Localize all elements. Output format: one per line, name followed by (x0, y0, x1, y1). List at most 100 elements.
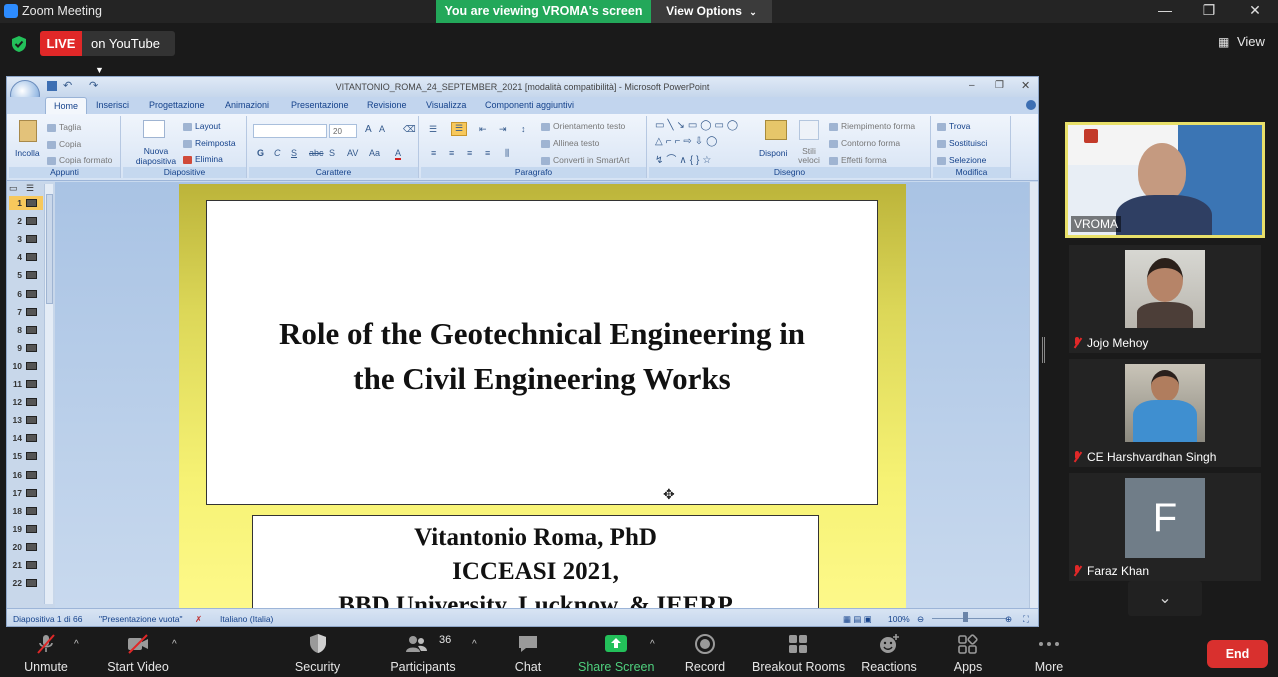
ribbon-group-paragrafo: ☰ ☰ ⇤ ⇥ ↕ Orientamento testo Allinea tes… (421, 116, 647, 178)
slide-thumbnail: 20 (9, 540, 43, 554)
chevron-down-icon: ⌄ (749, 7, 757, 17)
language-label: Italiano (Italia) (220, 614, 274, 624)
ribbon-group-label: Diapositive (123, 167, 246, 178)
reactions-button[interactable]: Reactions (860, 627, 918, 677)
participant-tile-jojo[interactable]: Jojo Mehoy (1069, 245, 1261, 353)
copy-item: Copia (47, 139, 81, 149)
shared-screen-powerpoint: VITANTONIO_ROMA_24_SEPTEMBER_2021 [modal… (6, 76, 1039, 627)
view-layout-button[interactable]: ▦ View (1218, 34, 1265, 49)
ppt-restore-icon: ❐ (995, 80, 1004, 91)
ppt-ribbon: Incolla Taglia Copia Copia formato Appun… (7, 114, 1038, 181)
mic-muted-icon (1072, 337, 1082, 349)
shape-fill-label: Riempimento forma (841, 121, 916, 131)
record-icon (695, 634, 715, 654)
participant-tile-harshvardhan[interactable]: CE Harshvardhan Singh (1069, 359, 1261, 467)
participants-icon (406, 636, 427, 652)
restore-icon[interactable]: ❐ (1199, 2, 1219, 19)
slide-thumbnail: 6 (9, 287, 43, 301)
record-button[interactable]: Record (682, 627, 728, 677)
bold-icon: G (257, 148, 265, 158)
video-options-caret-icon[interactable]: ^ (172, 639, 177, 650)
share-options-caret-icon[interactable]: ^ (650, 639, 655, 650)
align-center-icon: ≡ (449, 148, 455, 158)
panel-resize-handle[interactable] (1042, 337, 1045, 363)
participants-button[interactable]: 36 Participants (388, 627, 458, 677)
live-badge[interactable]: LIVE (40, 31, 82, 56)
shapes-gallery-row3-icon: ↯⌒∧{}☆ (655, 155, 715, 166)
breakout-rooms-icon (789, 635, 807, 653)
chat-button[interactable]: Chat (508, 627, 548, 677)
participant-tile-faraz[interactable]: F Faraz Khan (1069, 473, 1261, 581)
view-modes-icon: ▦ ▤ ▣ (843, 614, 872, 624)
participant-avatar: F (1125, 478, 1205, 558)
share-screen-button[interactable]: Share Screen (578, 627, 654, 677)
zoom-in-icon: ⊕ (1005, 614, 1013, 624)
encryption-shield-icon[interactable] (10, 35, 28, 53)
effects-icon (829, 156, 838, 165)
paste-icon (19, 120, 37, 142)
shape-effects-item: Effetti forma (829, 155, 887, 165)
zoom-meeting-window: Zoom Meeting You are viewing VROMA's scr… (0, 0, 1278, 677)
ppt-tab-visualizza: Visualizza (426, 100, 467, 110)
participant-tile-vroma[interactable]: VROMA (1065, 122, 1265, 238)
conference-logo-icon (1084, 129, 1098, 143)
layout-icon (183, 122, 192, 131)
slide-thumbnail: 13 (9, 413, 43, 427)
numbering-icon: ☰ (451, 122, 467, 136)
live-stream-dropdown[interactable]: on YouTube ▼ (82, 31, 175, 75)
brush-icon (47, 156, 56, 165)
shrink-font-icon: A (379, 124, 386, 134)
ppt-title-bar: VITANTONIO_ROMA_24_SEPTEMBER_2021 [modal… (7, 77, 1038, 97)
slide-thumbnail: 10 (9, 359, 43, 373)
mic-muted-icon (1072, 451, 1082, 463)
ppt-save-icon (47, 81, 57, 91)
new-slide-label: Nuova diapositiva (135, 146, 177, 166)
participant-photo (1125, 364, 1205, 442)
minimize-icon[interactable]: — (1155, 2, 1175, 18)
align-text-item: Allinea testo (541, 138, 599, 148)
more-button[interactable]: More (1028, 627, 1070, 677)
zoom-level: 100% (888, 614, 910, 624)
participant-name: CE Harshvardhan Singh (1072, 450, 1216, 464)
slide-thumbnail: 19 (9, 522, 43, 536)
shadow-icon: S (329, 148, 336, 158)
slide-thumbnail: 1 (9, 196, 43, 210)
unmute-button[interactable]: Unmute (18, 627, 74, 677)
start-video-button[interactable]: Start Video (104, 627, 172, 677)
share-screen-icon (605, 635, 627, 652)
smartart-icon (541, 156, 550, 165)
chat-label: Chat (514, 660, 542, 674)
binoculars-icon (937, 122, 946, 131)
share-screen-label: Share Screen (578, 660, 655, 674)
align-text-label: Allinea testo (553, 138, 600, 148)
theme-name: "Presentazione vuota" (99, 614, 183, 624)
reset-label: Reimposta (195, 138, 236, 148)
close-icon[interactable]: ✕ (1245, 2, 1265, 19)
record-label: Record (684, 660, 726, 674)
audio-options-caret-icon[interactable]: ^ (74, 639, 79, 650)
apps-button[interactable]: Apps (948, 627, 988, 677)
ribbon-group-label: Appunti (9, 167, 120, 178)
move-cursor-icon: ✥ (663, 486, 675, 502)
participants-caret-icon[interactable]: ^ (472, 639, 477, 650)
title-bar: Zoom Meeting You are viewing VROMA's scr… (0, 0, 1278, 23)
security-button[interactable]: Security (290, 627, 345, 677)
slide-thumbnail: 5 (9, 268, 43, 282)
participant-photo (1125, 250, 1205, 328)
participant-videos: VROMA Jojo Mehoy CE Harshvardhan Singh F (1046, 76, 1278, 627)
shape-effects-label: Effetti forma (841, 155, 887, 165)
slide-thumbnail: 21 (9, 558, 43, 572)
ppt-document-title: VITANTONIO_ROMA_24_SEPTEMBER_2021 [modal… (335, 82, 710, 92)
slide-conference: ICCEASI 2021, (452, 558, 619, 585)
breakout-rooms-button[interactable]: Breakout Rooms (752, 627, 845, 677)
ppt-tab-revisione: Revisione (367, 100, 407, 110)
slide-thumbnail: 22 (9, 576, 43, 590)
slide-scrollbar (1029, 182, 1038, 608)
slide-title-box: Role of the Geotechnical Engineering in … (206, 200, 878, 505)
shapes-gallery-icon: ▭╲↘▭◯▭◯ (655, 120, 742, 131)
chevron-down-icon: ⌄ (1158, 590, 1172, 607)
end-meeting-button[interactable]: End (1207, 640, 1268, 668)
bullets-icon: ☰ (429, 124, 438, 134)
scroll-participants-button[interactable]: ⌄ (1128, 581, 1202, 616)
view-options-button[interactable]: View Options ⌄ (651, 0, 772, 23)
